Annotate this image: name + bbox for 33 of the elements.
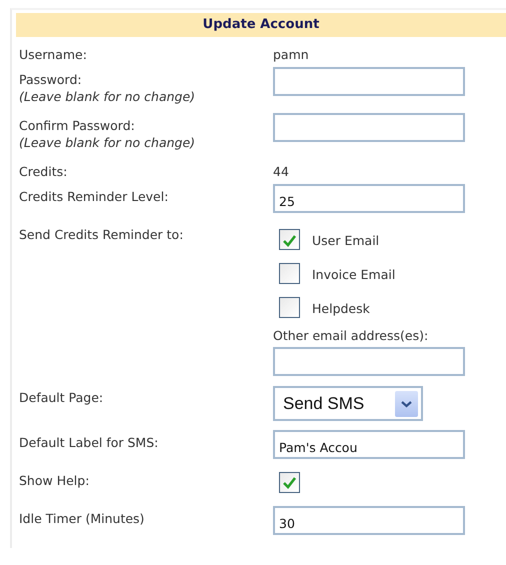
option-label: Invoice Email [312, 266, 396, 282]
field-label: Send Credits Reminder to: [19, 226, 184, 243]
field-label: Password: [19, 71, 83, 88]
text-field[interactable]: Pam's Accou [273, 430, 465, 459]
field-label: Idle Timer (Minutes) [19, 510, 146, 527]
checkbox[interactable] [279, 262, 300, 284]
section-header: Update Account [16, 13, 506, 37]
checkmark-icon [283, 234, 296, 246]
field-hint: (Leave blank for no change) [19, 88, 196, 105]
field-label: Show Help: [19, 472, 90, 489]
option-label: User Email [312, 232, 380, 248]
checkbox[interactable] [279, 296, 300, 318]
checkbox[interactable] [279, 472, 300, 493]
text-field[interactable]: 30 [273, 506, 465, 535]
text-field[interactable] [273, 67, 465, 96]
field-label: Credits: [19, 163, 68, 180]
field-label: Username: [19, 46, 88, 63]
field-hint: (Leave blank for no change) [19, 134, 196, 151]
field-value: 44 [273, 164, 289, 179]
page-select[interactable]: Send SMS [273, 386, 423, 421]
field-label: Other email address(es): [273, 328, 430, 344]
email-field[interactable] [273, 347, 465, 376]
checkbox[interactable] [279, 228, 300, 250]
field-label: Confirm Password: [19, 117, 136, 134]
text-field[interactable] [273, 113, 465, 142]
field-value: pamn [273, 47, 309, 62]
option-label: Helpdesk [312, 300, 370, 316]
field-label: Credits Reminder Level: [19, 188, 170, 205]
field-label: Default Label for SMS: [19, 434, 160, 451]
caret-icon [395, 390, 418, 416]
checkmark-icon [283, 476, 296, 488]
text-field[interactable]: 25 [273, 184, 465, 213]
field-label: Default Page: [19, 389, 104, 406]
